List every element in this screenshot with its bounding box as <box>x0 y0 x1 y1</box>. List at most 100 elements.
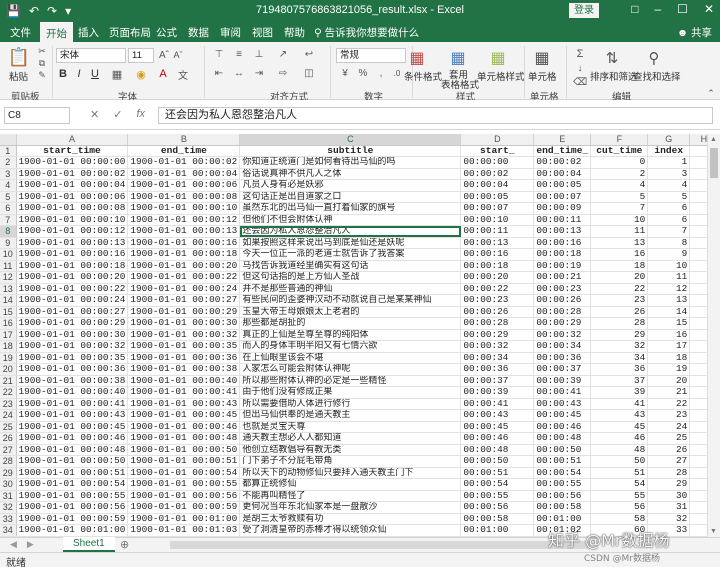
align-center-icon[interactable]: ↔ <box>232 67 246 79</box>
cell[interactable]: 00:00:19 <box>533 260 592 272</box>
cell[interactable]: 1900-01-01 00:00:59 <box>16 513 129 525</box>
row-header[interactable]: 29 <box>0 467 17 479</box>
cell[interactable]: 20 <box>590 271 649 284</box>
maximize-icon[interactable]: ☐ <box>677 2 688 16</box>
cell[interactable]: 1900-01-01 00:00:10 <box>16 214 129 226</box>
cell[interactable]: 16 <box>647 329 691 341</box>
cell[interactable]: 1900-01-01 00:00:20 <box>127 260 241 272</box>
cell[interactable]: 36 <box>590 363 649 376</box>
row-header[interactable]: 2 <box>0 156 17 169</box>
cell[interactable]: 不能再叫精怪了 <box>239 490 462 502</box>
cell[interactable]: 00:00:48 <box>533 432 592 445</box>
cell[interactable]: cut_time <box>590 145 649 157</box>
column-header-f[interactable]: F <box>590 134 649 146</box>
cell[interactable]: 1900-01-01 00:00:40 <box>127 375 241 387</box>
cell[interactable]: start_time <box>16 145 129 157</box>
cell[interactable]: 00:00:29 <box>533 317 592 330</box>
row-header[interactable]: 14 <box>0 294 17 307</box>
cell[interactable]: 10 <box>590 214 649 226</box>
cell[interactable]: 18 <box>647 352 691 364</box>
cell[interactable]: 26 <box>647 444 691 456</box>
row-header[interactable]: 34 <box>0 524 17 537</box>
cells-icon[interactable]: ▦ <box>530 48 554 68</box>
column-header-a[interactable]: A <box>16 134 129 146</box>
cell[interactable]: 00:00:02 <box>460 168 535 180</box>
cell[interactable]: 1900-01-01 00:00:08 <box>127 191 241 203</box>
cell[interactable]: 所以需要借助人体进行修行 <box>239 398 462 410</box>
cell[interactable]: 00:00:45 <box>533 409 592 422</box>
tab-data[interactable]: 数据 <box>188 25 209 40</box>
cell[interactable]: 那些都是胡扯的 <box>239 317 462 330</box>
cell[interactable]: 13 <box>647 294 691 307</box>
fill-color-icon[interactable]: ◉ <box>134 67 148 81</box>
cell[interactable]: 7 <box>647 225 691 238</box>
cell-styles-icon[interactable]: ▦ <box>486 48 510 68</box>
cell[interactable]: 00:00:00 <box>460 156 535 169</box>
cell[interactable]: 25 <box>647 432 691 445</box>
cell[interactable]: 1900-01-01 00:00:55 <box>127 478 241 491</box>
cell[interactable]: 1900-01-01 00:00:24 <box>127 283 241 295</box>
select-all-corner[interactable] <box>0 134 17 146</box>
cell[interactable]: 9 <box>647 248 691 261</box>
align-left-icon[interactable]: ⇤ <box>212 67 226 79</box>
cell[interactable]: 50 <box>590 455 649 468</box>
cell[interactable]: 34 <box>590 352 649 364</box>
cell[interactable]: 1900-01-01 00:00:12 <box>127 214 241 226</box>
cell[interactable]: 00:00:56 <box>533 490 592 502</box>
cell[interactable]: 1900-01-01 00:00:36 <box>16 363 129 376</box>
font-name-select[interactable]: 宋体 <box>56 48 126 63</box>
italic-button[interactable]: I <box>74 67 84 81</box>
cell[interactable]: 1900-01-01 00:00:04 <box>127 168 241 180</box>
row-header[interactable]: 9 <box>0 237 17 249</box>
row-header[interactable]: 7 <box>0 214 17 226</box>
cell[interactable]: 00:00:05 <box>460 191 535 203</box>
tab-review[interactable]: 审阅 <box>220 25 241 40</box>
cell[interactable]: 1900-01-01 00:00:48 <box>16 444 129 456</box>
cell[interactable]: 1900-01-01 00:00:46 <box>127 421 241 433</box>
cell[interactable]: 00:00:02 <box>533 156 592 169</box>
borders-icon[interactable]: ▦ <box>110 67 124 81</box>
cell[interactable]: 真正的上仙是至尊至尊的纯阳体 <box>239 329 462 341</box>
cell[interactable]: 29 <box>590 329 649 341</box>
cell[interactable]: 00:00:28 <box>460 317 535 330</box>
cell[interactable]: 00:00:39 <box>533 375 592 387</box>
cell[interactable]: 在上仙眼里该会不堪 <box>239 352 462 364</box>
cell[interactable]: 45 <box>590 421 649 433</box>
row-header[interactable]: 17 <box>0 329 17 341</box>
add-sheet-icon[interactable]: ⊕ <box>120 538 129 551</box>
row-header[interactable]: 21 <box>0 375 17 387</box>
cell[interactable]: 今天一位正一派的老道士就告诉了我答案 <box>239 248 462 261</box>
cell[interactable]: 21 <box>647 386 691 399</box>
cell[interactable]: 人家怎么可能会附体认神呢 <box>239 363 462 376</box>
cell[interactable]: 1 <box>647 156 691 169</box>
cell[interactable]: 1900-01-01 00:00:04 <box>16 179 129 192</box>
cell[interactable]: 1900-01-01 00:00:27 <box>16 306 129 318</box>
cell[interactable]: 46 <box>590 432 649 445</box>
enter-icon[interactable]: ✓ <box>113 108 122 121</box>
cell[interactable]: 1900-01-01 00:00:56 <box>127 490 241 502</box>
cell[interactable]: 00:00:48 <box>460 444 535 456</box>
cell[interactable]: 这句话正是出自道家之口 <box>239 191 462 203</box>
fx-icon[interactable]: fx <box>136 108 145 121</box>
row-header[interactable]: 8 <box>0 225 17 238</box>
font-size-select[interactable]: 11 <box>128 48 154 63</box>
scroll-up-icon[interactable]: ▲ <box>710 136 717 143</box>
cell[interactable]: 更何况当年东北仙家本是一盘散沙 <box>239 501 462 514</box>
cell[interactable]: 48 <box>590 444 649 456</box>
cell[interactable]: 00:00:51 <box>533 455 592 468</box>
cell[interactable]: 00:00:11 <box>533 214 592 226</box>
row-header[interactable]: 32 <box>0 501 17 514</box>
cell[interactable]: 1900-01-01 00:00:54 <box>127 467 241 479</box>
merge-center-icon[interactable]: ◫ <box>302 67 316 79</box>
cell[interactable]: 15 <box>647 317 691 330</box>
cell[interactable]: 1900-01-01 00:00:30 <box>16 329 129 341</box>
cell[interactable]: 1900-01-01 00:01:00 <box>127 513 241 525</box>
orientation-icon[interactable]: ↗ <box>276 48 290 60</box>
tab-formulas[interactable]: 公式 <box>156 25 177 40</box>
row-header[interactable]: 27 <box>0 444 17 456</box>
cell[interactable]: 20 <box>647 375 691 387</box>
cell[interactable]: 00:00:51 <box>460 467 535 479</box>
cell[interactable]: end_time_ <box>533 145 592 157</box>
align-right-icon[interactable]: ⇥ <box>252 67 266 79</box>
cell[interactable]: 都算正统修仙 <box>239 478 462 491</box>
